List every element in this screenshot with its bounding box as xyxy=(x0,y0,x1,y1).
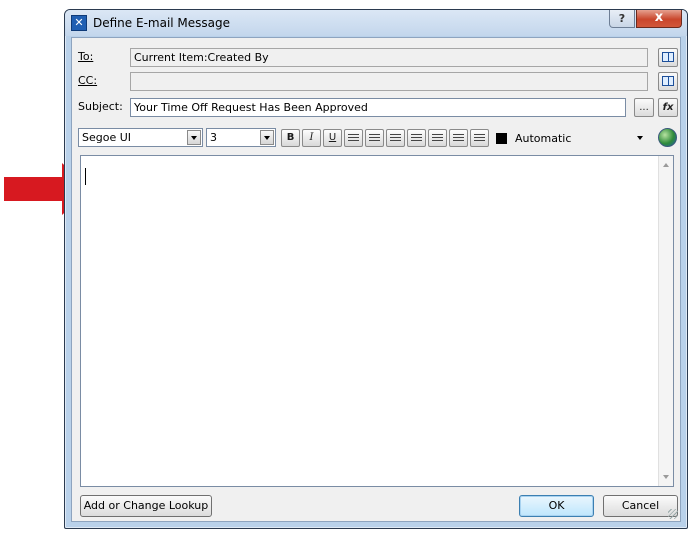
align-left-button[interactable] xyxy=(344,129,363,147)
increase-indent-icon xyxy=(474,134,485,143)
font-color-value[interactable]: Automatic xyxy=(515,132,571,145)
to-row: To: Current Item:Created By xyxy=(72,46,680,68)
numbered-list-button[interactable] xyxy=(407,129,426,147)
formula-button[interactable]: fx xyxy=(658,98,678,117)
cc-row: CC: xyxy=(72,70,680,92)
align-right-icon xyxy=(390,134,401,143)
scroll-up-arrow-icon[interactable] xyxy=(663,163,669,167)
cancel-button[interactable]: Cancel xyxy=(603,495,678,517)
cc-field[interactable] xyxy=(130,72,648,91)
title-bar[interactable]: ✕ Define E-mail Message ? x xyxy=(65,10,687,36)
align-center-button[interactable] xyxy=(365,129,384,147)
close-button[interactable]: x xyxy=(636,10,682,28)
ok-button[interactable]: OK xyxy=(519,495,594,517)
font-size-value: 3 xyxy=(210,131,217,144)
font-name-value: Segoe UI xyxy=(82,131,132,144)
subject-label: Subject: xyxy=(78,100,123,113)
bullet-list-icon xyxy=(432,134,443,143)
add-or-change-lookup-label: Add or Change Lookup xyxy=(83,499,209,512)
message-body-editor[interactable] xyxy=(80,155,674,487)
text-cursor xyxy=(85,168,86,185)
address-book-icon xyxy=(662,52,674,62)
subject-row: Subject: Your Time Off Request Has Been … xyxy=(72,96,680,118)
decrease-indent-button[interactable] xyxy=(449,129,468,147)
font-name-dropdown-icon[interactable] xyxy=(187,130,201,145)
hyperlink-globe-icon[interactable] xyxy=(658,128,677,147)
align-center-icon xyxy=(369,134,380,143)
scroll-down-arrow-icon[interactable] xyxy=(663,475,669,479)
app-icon: ✕ xyxy=(71,15,87,31)
add-or-change-lookup-button[interactable]: Add or Change Lookup xyxy=(80,495,212,517)
resize-grip-icon[interactable] xyxy=(668,509,678,519)
decrease-indent-icon xyxy=(453,134,464,143)
numbered-list-icon xyxy=(411,134,422,143)
italic-button[interactable]: I xyxy=(302,129,321,147)
to-field[interactable]: Current Item:Created By xyxy=(130,48,648,67)
formatting-toolbar: Segoe UI 3 B I U Automatic xyxy=(72,126,680,150)
bullet-list-button[interactable] xyxy=(428,129,447,147)
dialog-title: Define E-mail Message xyxy=(93,16,231,30)
to-label: To: xyxy=(78,50,94,63)
font-size-dropdown-icon[interactable] xyxy=(260,130,274,145)
bold-button[interactable]: B xyxy=(281,129,300,147)
font-color-swatch[interactable] xyxy=(496,133,507,144)
to-address-book-button[interactable] xyxy=(658,48,678,67)
font-name-select[interactable]: Segoe UI xyxy=(78,128,203,147)
align-left-icon xyxy=(348,134,359,143)
increase-indent-button[interactable] xyxy=(470,129,489,147)
subject-ellipsis-button[interactable]: ... xyxy=(634,98,654,117)
define-email-dialog: ✕ Define E-mail Message ? x To: Current … xyxy=(64,9,688,529)
address-book-icon xyxy=(662,76,674,86)
font-color-dropdown-icon[interactable] xyxy=(637,136,643,140)
subject-field[interactable]: Your Time Off Request Has Been Approved xyxy=(130,98,626,117)
font-size-select[interactable]: 3 xyxy=(206,128,276,147)
cc-address-book-button[interactable] xyxy=(658,72,678,91)
align-right-button[interactable] xyxy=(386,129,405,147)
vertical-scrollbar[interactable] xyxy=(658,156,673,486)
dialog-content: To: Current Item:Created By CC: Subject:… xyxy=(71,37,681,522)
underline-button[interactable]: U xyxy=(323,129,342,147)
cc-label: CC: xyxy=(78,74,98,87)
help-button[interactable]: ? xyxy=(609,10,635,28)
